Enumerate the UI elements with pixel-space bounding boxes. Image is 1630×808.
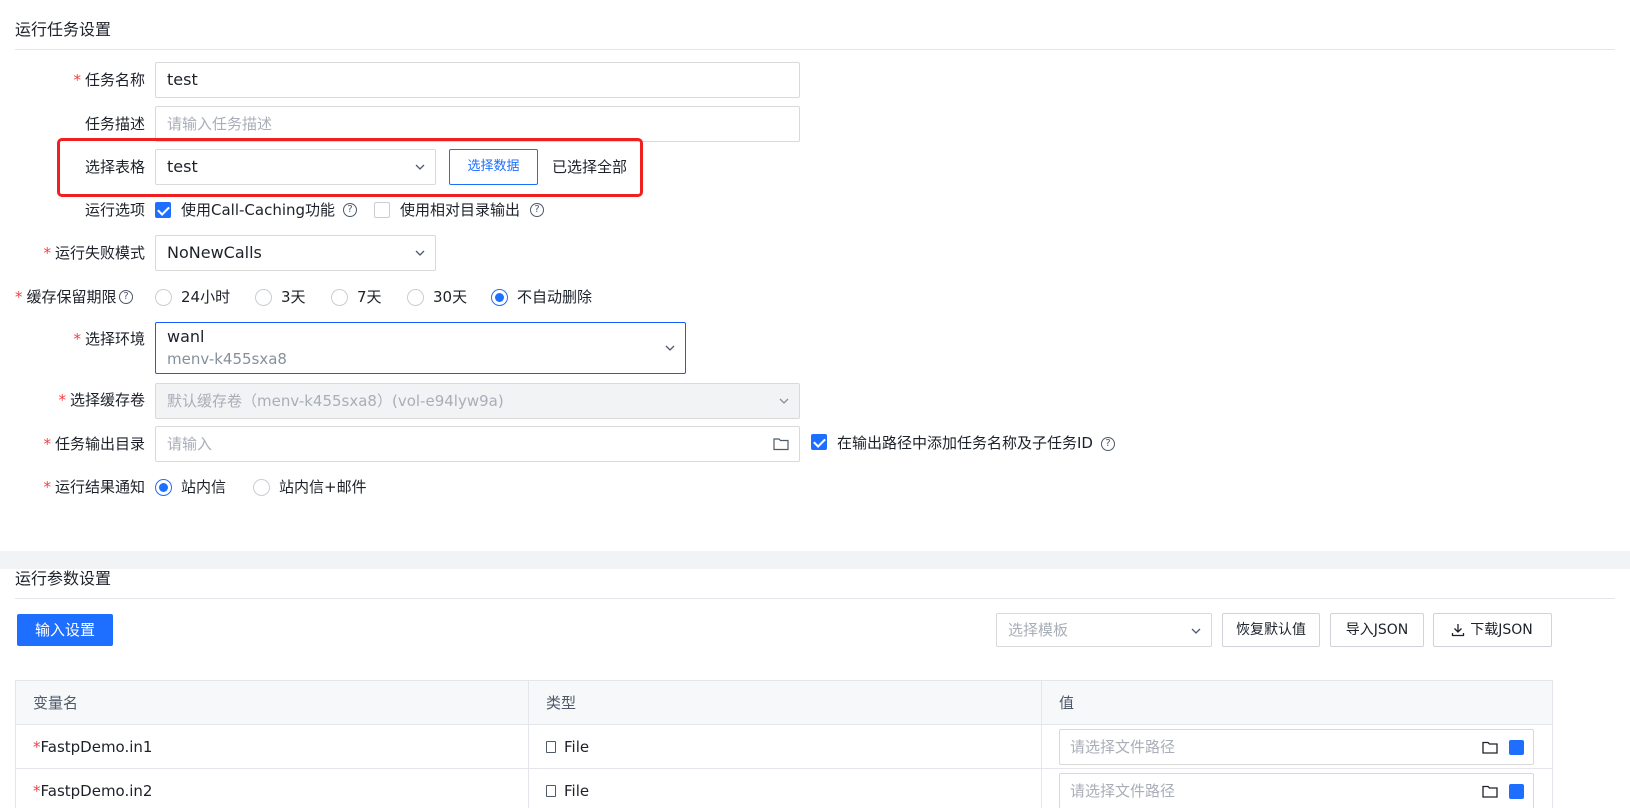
retention-option-24h: 24小时 (181, 288, 231, 306)
file-path-input[interactable]: 请选择文件路径 (1059, 729, 1534, 765)
table-header-row: 变量名 类型 值 (15, 680, 1553, 725)
header-type: 类型 (528, 680, 1042, 725)
file-icon (546, 740, 556, 753)
table-row: *FastpDemo.in2 File 请选择文件路径 (15, 768, 1553, 808)
retention-radio-7d[interactable] (331, 289, 348, 306)
task-name-input[interactable]: test (155, 62, 800, 98)
variable-name-cell: *FastpDemo.in2 (15, 768, 529, 808)
notification-radio-site[interactable] (155, 479, 172, 496)
edit-icon[interactable] (1509, 740, 1524, 755)
run-options-label: 运行选项 (84, 201, 145, 219)
task-desc-input[interactable]: 请输入任务描述 (155, 106, 800, 142)
value-cell: 请选择文件路径 (1041, 724, 1553, 769)
chevron-down-icon (415, 250, 425, 256)
table-row: *FastpDemo.in1 File 请选择文件路径 (15, 724, 1553, 769)
chevron-down-icon (779, 398, 789, 404)
notification-radio-site-email[interactable] (253, 479, 270, 496)
retention-option-7d: 7天 (357, 288, 382, 306)
section-separator (0, 551, 1630, 569)
file-icon (546, 784, 556, 797)
retention-radio-3d[interactable] (255, 289, 272, 306)
failure-mode-value: NoNewCalls (167, 243, 262, 262)
retention-radio-30d[interactable] (407, 289, 424, 306)
file-path-input[interactable]: 请选择文件路径 (1059, 773, 1534, 808)
edit-icon[interactable] (1509, 784, 1524, 799)
help-icon[interactable]: ? (343, 203, 357, 217)
retention-option-3d: 3天 (281, 288, 306, 306)
append-task-name-label: 在输出路径中添加任务名称及子任务ID (837, 434, 1093, 452)
call-caching-label: 使用Call-Caching功能 (181, 201, 336, 219)
value-cell: 请选择文件路径 (1041, 768, 1553, 808)
header-variable-name: 变量名 (15, 680, 529, 725)
notification-option-site: 站内信 (181, 478, 227, 496)
notification-option-site-email: 站内信+邮件 (279, 478, 367, 496)
help-icon[interactable]: ? (119, 290, 133, 304)
folder-icon[interactable] (1482, 741, 1498, 754)
chevron-down-icon (665, 345, 675, 351)
retention-radio-24h[interactable] (155, 289, 172, 306)
section-title-params: 运行参数设置 (15, 569, 112, 588)
header-value: 值 (1041, 680, 1553, 725)
params-table: 变量名 类型 值 *FastpDemo.in1 File 请选择文件路径 *Fa… (15, 680, 1553, 808)
import-json-button[interactable]: 导入JSON (1330, 613, 1424, 647)
cache-volume-value: 默认缓存卷（menv-k455sxa8）(vol-e94lyw9a) (167, 392, 504, 410)
variable-name-cell: *FastpDemo.in1 (15, 724, 529, 769)
divider (15, 49, 1615, 50)
environment-select[interactable]: wanl menv-k455sxa8 (155, 322, 686, 374)
notification-label: * 运行结果通知 (43, 478, 145, 496)
failure-mode-label: * 运行失败模式 (43, 244, 145, 262)
highlight-box (57, 138, 643, 197)
divider (15, 598, 1615, 599)
restore-default-button[interactable]: 恢复默认值 (1222, 613, 1320, 647)
retention-option-30d: 30天 (433, 288, 468, 306)
chevron-down-icon (1191, 628, 1201, 634)
cache-retention-label: * 缓存保留期限 (15, 288, 117, 306)
download-icon (1451, 624, 1465, 637)
failure-mode-select[interactable]: NoNewCalls (155, 235, 436, 271)
retention-option-never: 不自动删除 (517, 288, 593, 306)
type-cell: File (528, 768, 1042, 808)
folder-icon[interactable] (1482, 785, 1498, 798)
relative-dir-checkbox[interactable] (374, 202, 390, 218)
environment-name: wanl (167, 327, 205, 346)
environment-label: * 选择环境 (73, 330, 145, 348)
help-icon[interactable]: ? (530, 203, 544, 217)
cache-volume-select[interactable]: 默认缓存卷（menv-k455sxa8）(vol-e94lyw9a) (155, 383, 800, 419)
type-cell: File (528, 724, 1042, 769)
download-json-button[interactable]: 下载JSON (1433, 613, 1552, 647)
task-name-label: * 任务名称 (73, 71, 145, 89)
output-dir-label: * 任务输出目录 (43, 435, 145, 453)
input-settings-button[interactable]: 输入设置 (17, 614, 113, 646)
relative-dir-label: 使用相对目录输出 (400, 201, 521, 219)
output-dir-input[interactable]: 请输入 (155, 426, 800, 462)
call-caching-checkbox[interactable] (155, 202, 171, 218)
environment-id: menv-k455sxa8 (167, 350, 287, 368)
task-desc-label: 任务描述 (84, 115, 145, 133)
section-title-task: 运行任务设置 (15, 20, 112, 39)
retention-radio-never[interactable] (491, 289, 508, 306)
append-task-name-checkbox[interactable] (811, 434, 827, 450)
folder-icon[interactable] (773, 437, 789, 451)
template-select[interactable]: 选择模板 (996, 613, 1212, 647)
help-icon[interactable]: ? (1101, 437, 1115, 451)
cache-volume-label: * 选择缓存卷 (58, 391, 145, 409)
